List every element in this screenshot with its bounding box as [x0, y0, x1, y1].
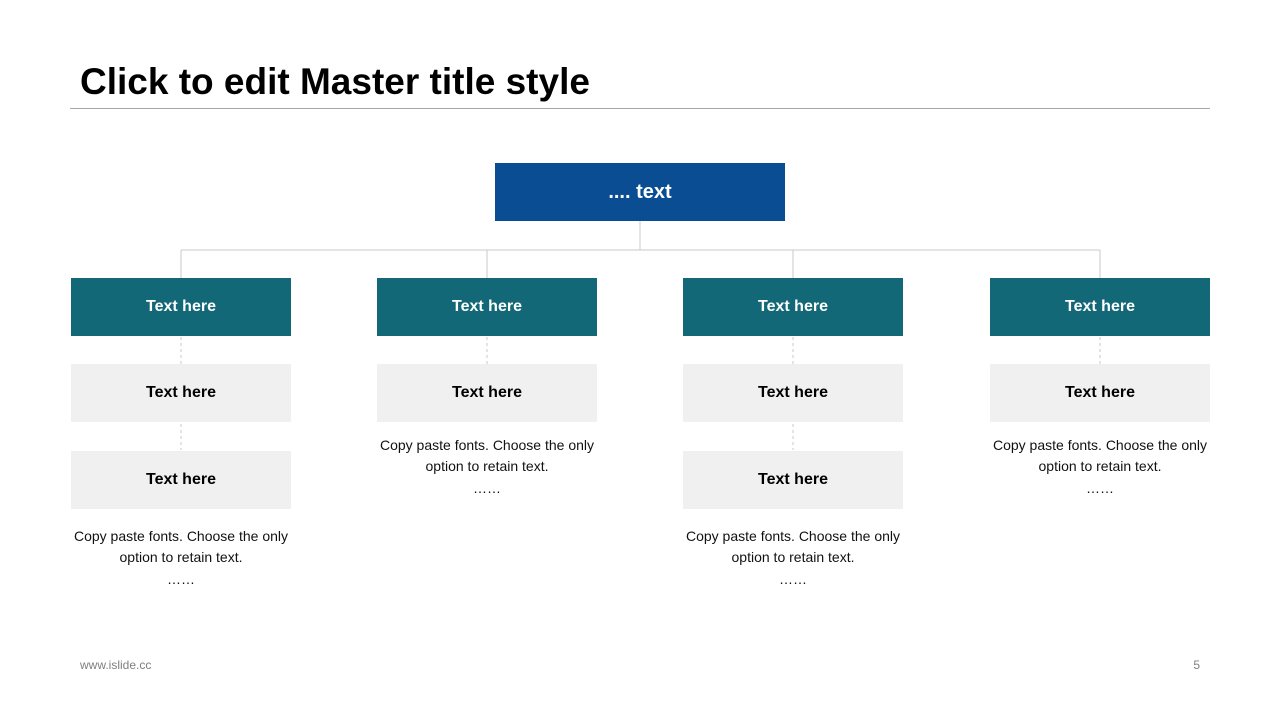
- column-1-sub-box-1[interactable]: Text here: [71, 364, 291, 422]
- column-4-description: Copy paste fonts. Choose the only option…: [990, 435, 1210, 499]
- slide: Click to edit Master title style .... te…: [0, 0, 1280, 720]
- description-ellipsis: ……: [473, 480, 501, 496]
- description-ellipsis: ……: [1086, 480, 1114, 496]
- column-1-sub-box-2[interactable]: Text here: [71, 451, 291, 509]
- footer-url: www.islide.cc: [80, 658, 152, 672]
- connector-lines: [180, 221, 1101, 450]
- column-3-description: Copy paste fonts. Choose the only option…: [683, 526, 903, 590]
- column-1-header[interactable]: Text here: [71, 278, 291, 336]
- column-3-header[interactable]: Text here: [683, 278, 903, 336]
- page-number: 5: [1193, 658, 1200, 672]
- column-4-sub-box-1[interactable]: Text here: [990, 364, 1210, 422]
- column-2-description: Copy paste fonts. Choose the only option…: [377, 435, 597, 499]
- root-node[interactable]: .... text: [495, 163, 785, 221]
- column-4-header[interactable]: Text here: [990, 278, 1210, 336]
- description-text[interactable]: Copy paste fonts. Choose the only option…: [993, 437, 1207, 474]
- column-3-sub-box-2[interactable]: Text here: [683, 451, 903, 509]
- column-2-sub-box-1[interactable]: Text here: [377, 364, 597, 422]
- description-text[interactable]: Copy paste fonts. Choose the only option…: [686, 528, 900, 565]
- description-text[interactable]: Copy paste fonts. Choose the only option…: [74, 528, 288, 565]
- column-3-sub-box-1[interactable]: Text here: [683, 364, 903, 422]
- column-2-header[interactable]: Text here: [377, 278, 597, 336]
- column-1-description: Copy paste fonts. Choose the only option…: [71, 526, 291, 590]
- description-text[interactable]: Copy paste fonts. Choose the only option…: [380, 437, 594, 474]
- description-ellipsis: ……: [779, 571, 807, 587]
- description-ellipsis: ……: [167, 571, 195, 587]
